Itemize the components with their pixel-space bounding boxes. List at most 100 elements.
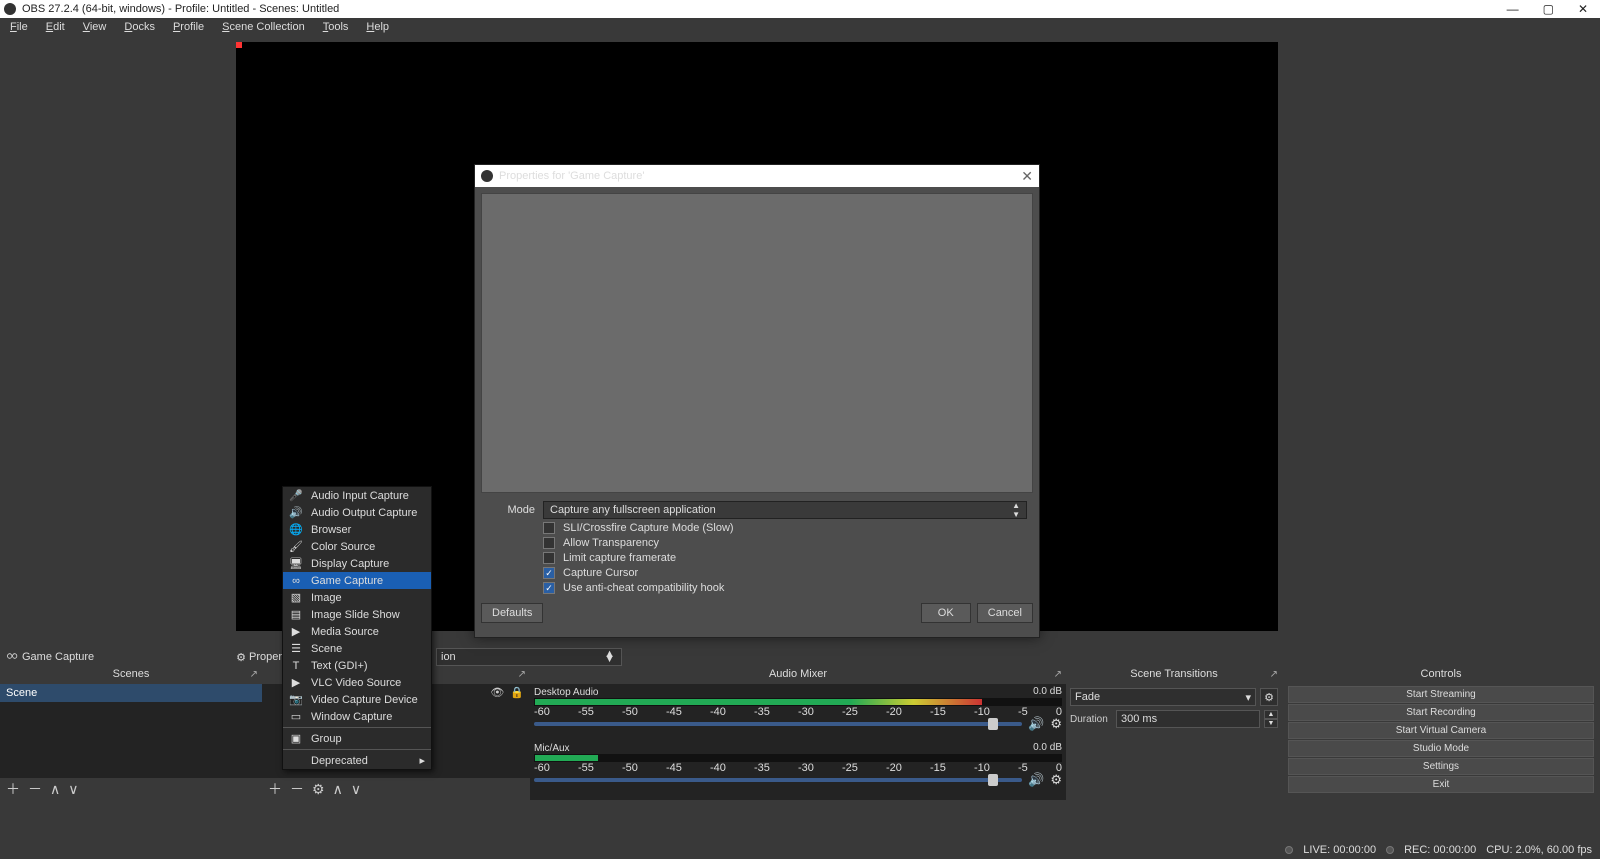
menu-scene[interactable]: ☰Scene (283, 640, 431, 657)
status-bar: LIVE: 00:00:00 REC: 00:00:00 CPU: 2.0%, … (0, 841, 1600, 859)
start-recording-button[interactable]: Start Recording (1288, 704, 1594, 721)
speaker-icon[interactable]: 🔊 (1028, 716, 1044, 732)
popout-icon[interactable]: ↗ (518, 669, 526, 680)
move-down-button[interactable]: ∨ (351, 781, 361, 798)
settings-button[interactable]: Settings (1288, 758, 1594, 775)
gear-icon[interactable]: ⚙ (1050, 772, 1062, 788)
dialog-title: Properties for 'Game Capture' (499, 170, 644, 182)
popout-icon[interactable]: ↗ (1054, 669, 1062, 680)
menu-vlc-video-source[interactable]: ▶VLC Video Source (283, 674, 431, 691)
game-icon: ∞ (289, 575, 303, 587)
duration-input[interactable]: 300 ms (1116, 710, 1260, 728)
menu-media-source[interactable]: ▶Media Source (283, 623, 431, 640)
move-down-button[interactable]: ∨ (68, 781, 78, 798)
titlebar: OBS 27.2.4 (64-bit, windows) - Profile: … (0, 0, 1600, 18)
window-title: OBS 27.2.4 (64-bit, windows) - Profile: … (22, 3, 339, 15)
audio-meter (534, 698, 1062, 706)
menu-help[interactable]: Help (362, 21, 393, 33)
cancel-button[interactable]: Cancel (977, 603, 1033, 623)
transition-settings-button[interactable]: ⚙ (1260, 688, 1278, 706)
menu-text-gdi[interactable]: TText (GDI+) (283, 657, 431, 674)
selection-handle[interactable] (236, 42, 242, 48)
menu-game-capture[interactable]: ∞Game Capture (283, 572, 431, 589)
mixer-track-desktop: Desktop Audio 0.0 dB -60-55-50 -45-40-35… (534, 686, 1062, 732)
menu-audio-output-capture[interactable]: 🔊Audio Output Capture (283, 504, 431, 521)
menu-deprecated[interactable]: Deprecated▸ (283, 752, 431, 769)
speaker-icon[interactable]: 🔊 (1028, 772, 1044, 788)
monitor-icon: 🖥 (289, 557, 303, 570)
close-button[interactable]: ✕ (1578, 2, 1588, 16)
play-icon: ▶ (289, 676, 303, 689)
audio-mixer-panel: Audio Mixer ↗ Desktop Audio 0.0 dB -60-5… (530, 666, 1066, 800)
menu-tools[interactable]: Tools (319, 21, 353, 33)
menu-docks[interactable]: Docks (120, 21, 159, 33)
menu-image[interactable]: ▧Image (283, 589, 431, 606)
remove-source-button[interactable]: － (290, 779, 304, 799)
transitions-header: Scene Transitions ↗ (1066, 666, 1282, 684)
rec-indicator-icon (1386, 846, 1394, 854)
menu-file[interactable]: File (6, 21, 32, 33)
duration-label: Duration (1070, 714, 1112, 725)
menu-scene-collection[interactable]: Scene Collection (218, 21, 309, 33)
menu-profile[interactable]: Profile (169, 21, 208, 33)
limit-framerate-checkbox[interactable] (543, 552, 555, 564)
mode-select[interactable]: Capture any fullscreen application ▲▼ (543, 501, 1027, 519)
popout-icon[interactable]: ↗ (1270, 669, 1278, 680)
menu-view[interactable]: View (79, 21, 111, 33)
lock-icon[interactable]: 🔒 (510, 686, 524, 699)
defaults-button[interactable]: Defaults (481, 603, 543, 623)
cpu-status: CPU: 2.0%, 60.00 fps (1486, 844, 1592, 856)
menu-edit[interactable]: Edit (42, 21, 69, 33)
transition-select[interactable]: Fade ▾ (1070, 688, 1256, 706)
capture-cursor-checkbox[interactable]: ✓ (543, 567, 555, 579)
add-scene-button[interactable]: ＋ (6, 779, 20, 799)
transition-override-dropdown[interactable]: ion ▲▼ (436, 648, 622, 666)
sli-label: SLI/Crossfire Capture Mode (Slow) (563, 522, 734, 534)
gear-icon[interactable]: ⚙ (1050, 716, 1062, 732)
rec-status: REC: 00:00:00 (1404, 844, 1476, 856)
sli-checkbox[interactable] (543, 522, 555, 534)
scenes-panel: Scenes ↗ Scene ＋ － ∧ ∨ (0, 666, 262, 800)
menu-image-slide-show[interactable]: ▤Image Slide Show (283, 606, 431, 623)
menubar: File Edit View Docks Profile Scene Colle… (0, 18, 1600, 36)
scene-item[interactable]: Scene (0, 684, 262, 702)
obs-icon (4, 3, 16, 15)
minimize-button[interactable]: — (1507, 2, 1519, 16)
source-toolbar: Game Capture ⚙ Properties ◐ Filters (0, 648, 1600, 666)
audio-meter (534, 754, 1062, 762)
move-up-button[interactable]: ∧ (50, 781, 60, 798)
duration-spinner[interactable]: ▲▼ (1264, 710, 1278, 728)
dialog-close-button[interactable]: ✕ (1021, 168, 1033, 185)
controls-panel: Controls Start Streaming Start Recording… (1282, 666, 1600, 800)
menu-video-capture-device[interactable]: 📷Video Capture Device (283, 691, 431, 708)
menu-color-source[interactable]: 🖌Color Source (283, 538, 431, 555)
add-source-button[interactable]: ＋ (268, 779, 282, 799)
start-streaming-button[interactable]: Start Streaming (1288, 686, 1594, 703)
maximize-button[interactable]: ▢ (1543, 2, 1554, 16)
source-properties-button[interactable]: ⚙ (312, 781, 325, 798)
menu-group[interactable]: ▣Group (283, 730, 431, 747)
play-icon: ▶ (289, 625, 303, 638)
studio-mode-button[interactable]: Studio Mode (1288, 740, 1594, 757)
limit-framerate-label: Limit capture framerate (563, 552, 676, 564)
menu-browser[interactable]: 🌐Browser (283, 521, 431, 538)
menu-window-capture[interactable]: ▭Window Capture (283, 708, 431, 725)
eye-icon[interactable]: 👁 (490, 686, 504, 699)
menu-display-capture[interactable]: 🖥Display Capture (283, 555, 431, 572)
ok-button[interactable]: OK (921, 603, 971, 623)
volume-slider[interactable] (534, 722, 1022, 726)
scenes-header: Scenes ↗ (0, 666, 262, 684)
dialog-titlebar[interactable]: Properties for 'Game Capture' ✕ (475, 165, 1039, 187)
volume-slider[interactable] (534, 778, 1022, 782)
popout-icon[interactable]: ↗ (250, 669, 258, 680)
globe-icon: 🌐 (289, 523, 303, 536)
exit-button[interactable]: Exit (1288, 776, 1594, 793)
start-virtual-camera-button[interactable]: Start Virtual Camera (1288, 722, 1594, 739)
menu-audio-input-capture[interactable]: 🎤Audio Input Capture (283, 487, 431, 504)
active-source-label: Game Capture (22, 651, 94, 663)
anticheat-checkbox[interactable]: ✓ (543, 582, 555, 594)
transparency-checkbox[interactable] (543, 537, 555, 549)
remove-scene-button[interactable]: － (28, 779, 42, 799)
mode-label: Mode (487, 504, 535, 516)
move-up-button[interactable]: ∧ (333, 781, 343, 798)
